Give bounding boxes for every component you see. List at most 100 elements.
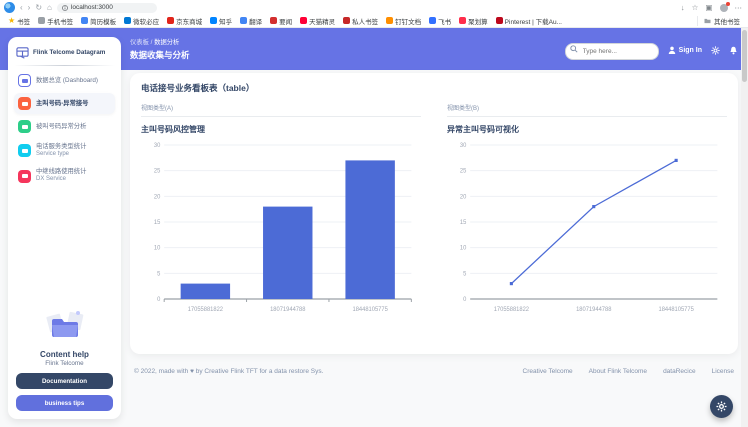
profile-icon[interactable] [720, 4, 728, 12]
home-icon[interactable]: ⌂ [47, 3, 52, 13]
sidebar-item[interactable]: 主叫号码-异常接号 [14, 93, 115, 114]
divider [14, 65, 115, 66]
bar-chart-title: 主叫号码风控管理 [141, 124, 421, 135]
footer-link[interactable]: dataRecice [663, 368, 696, 375]
bookmark-favicon-icon [343, 17, 350, 24]
svg-text:18071944788: 18071944788 [576, 307, 612, 313]
bookmark-item[interactable]: 要闻 [270, 16, 292, 26]
address-bar[interactable]: localhost:3000 [57, 3, 157, 13]
search-box [565, 40, 659, 60]
dashboard-app: Flink Telcome Datagram 数据总览 (Dashboard)主… [0, 28, 748, 427]
brand[interactable]: Flink Telcome Datagram [14, 44, 115, 65]
help-title: Content help [16, 350, 113, 359]
sidebar-help: Content help Flink Telcome Documentation… [14, 307, 115, 411]
bookmark-favicon-icon [124, 17, 131, 24]
bookmark-item[interactable]: ★书签 [8, 16, 30, 26]
site-info-icon[interactable] [62, 5, 68, 11]
favorite-icon[interactable]: ☆ [692, 3, 699, 12]
dashboard-card: 电话接号业务看板表（table） 视图类型(A) 主叫号码风控管理 051015… [130, 73, 738, 354]
bookmark-item[interactable]: 京东商城 [167, 16, 202, 26]
page-title: 数据收集与分析 [130, 49, 190, 61]
footer-link[interactable]: Creative Telcome [523, 368, 573, 375]
bookmark-item[interactable]: 翻译 [240, 16, 262, 26]
documentation-button[interactable]: Documentation [16, 373, 113, 389]
scrollbar[interactable] [741, 28, 748, 427]
bookmark-item[interactable]: Pinterest | 下载Au... [496, 16, 562, 26]
browser-logo-icon [4, 2, 15, 13]
download-icon[interactable]: ↓ [681, 3, 685, 12]
called-number-icon [18, 120, 31, 133]
svg-text:5: 5 [157, 271, 161, 277]
sidebar-nav: 数据总览 (Dashboard)主叫号码-异常接号被叫号码异常分析电话服务类型统… [14, 70, 115, 190]
right-chart-panel: 视图类型(B) 异常主叫号码可视化 0510152025301705588182… [447, 103, 727, 317]
bookmark-favicon-icon [81, 17, 88, 24]
bookmark-item[interactable]: 微软必应 [124, 16, 159, 26]
svg-text:10: 10 [154, 246, 161, 252]
sidebar-item[interactable]: 中继线路使用统计DX Service [14, 164, 115, 187]
bookmark-favicon-icon [459, 17, 466, 24]
bookmark-item[interactable]: 知乎 [210, 16, 232, 26]
bookmark-item[interactable]: 钉钉文档 [386, 16, 421, 26]
notifications-bell-icon[interactable] [729, 46, 738, 55]
left-view-tab[interactable]: 视图类型(A) [141, 103, 421, 117]
bookmark-item[interactable]: 聚划算 [459, 16, 488, 26]
brand-grid-icon [16, 46, 29, 59]
sign-in-button[interactable]: Sign In [668, 46, 702, 54]
more-menu-icon[interactable]: ⋯ [735, 3, 743, 12]
bookmarks-bar: ★书签手机书签简历模板微软必应京东商城知乎翻译要闻天猫精灵私人书签钉钉文档飞书聚… [0, 14, 748, 28]
url-text: localhost:3000 [71, 4, 113, 11]
browser-toolbar: ‹ › ↻ ⌂ localhost:3000 ↓ ☆ ▣ ⋯ [0, 0, 748, 14]
star-favicon-icon: ★ [8, 17, 15, 24]
bar-chart: 0510152025301705588182218071944788184481… [141, 137, 421, 317]
calling-number-icon [18, 97, 31, 110]
extensions-icon[interactable]: ▣ [705, 3, 712, 12]
footer-link[interactable]: About Flink Telcome [589, 368, 647, 375]
footer-link[interactable]: License [712, 368, 734, 375]
browser-window: ‹ › ↻ ⌂ localhost:3000 ↓ ☆ ▣ ⋯ ★书签手机书签简历… [0, 0, 748, 427]
bookmark-favicon-icon [496, 17, 503, 24]
bookmark-favicon-icon [167, 17, 174, 24]
svg-text:18071944788: 18071944788 [270, 307, 306, 313]
svg-text:18448105775: 18448105775 [352, 307, 388, 313]
help-subtitle: Flink Telcome [16, 360, 113, 367]
svg-text:0: 0 [463, 297, 467, 303]
service-type-icon [18, 144, 31, 157]
floating-settings-button[interactable] [710, 395, 733, 418]
dashboard-icon [18, 74, 31, 87]
sidebar-item[interactable]: 数据总览 (Dashboard) [14, 70, 115, 91]
breadcrumb-root[interactable]: 仪表板 [130, 39, 149, 46]
right-view-tab[interactable]: 视图类型(B) [447, 103, 727, 117]
bookmark-item[interactable]: 简历模板 [81, 16, 116, 26]
svg-text:20: 20 [460, 194, 467, 200]
svg-text:30: 30 [154, 143, 161, 149]
svg-text:0: 0 [157, 297, 161, 303]
search-input[interactable] [565, 43, 659, 60]
line-chart-title: 异常主叫号码可视化 [447, 124, 727, 135]
sidebar-item[interactable]: 电话服务类型统计Service type [14, 139, 115, 162]
reload-icon[interactable]: ↻ [35, 3, 42, 13]
bookmark-item[interactable]: 天猫精灵 [300, 16, 335, 26]
other-bookmarks-folder[interactable]: 其他书签 [697, 16, 740, 26]
search-icon [570, 45, 578, 53]
gear-icon [716, 401, 727, 412]
svg-text:20: 20 [154, 194, 161, 200]
copyright-text: © 2022, made with ♥ by Creative Flink TF… [134, 368, 323, 375]
bookmark-item[interactable]: 飞书 [429, 16, 451, 26]
content-area: 仪表板 / 数据分析 数据收集与分析 [130, 37, 738, 375]
svg-text:25: 25 [154, 169, 161, 175]
business-tips-button[interactable]: business tips [16, 395, 113, 411]
bookmark-item[interactable]: 手机书签 [38, 16, 73, 26]
back-icon[interactable]: ‹ [20, 3, 23, 13]
breadcrumb-block: 仪表板 / 数据分析 数据收集与分析 [130, 37, 190, 61]
bookmark-item[interactable]: 私人书签 [343, 16, 378, 26]
user-icon [668, 46, 676, 54]
sidebar: Flink Telcome Datagram 数据总览 (Dashboard)主… [8, 37, 121, 419]
settings-gear-icon[interactable] [711, 46, 720, 55]
forward-icon[interactable]: › [28, 3, 31, 13]
folder-illustration [44, 307, 86, 341]
svg-text:17055881822: 17055881822 [494, 307, 529, 313]
svg-text:25: 25 [460, 169, 467, 175]
left-chart-panel: 视图类型(A) 主叫号码风控管理 05101520253017055881822… [141, 103, 421, 317]
sidebar-item[interactable]: 被叫号码异常分析 [14, 116, 115, 137]
svg-text:10: 10 [460, 246, 467, 252]
